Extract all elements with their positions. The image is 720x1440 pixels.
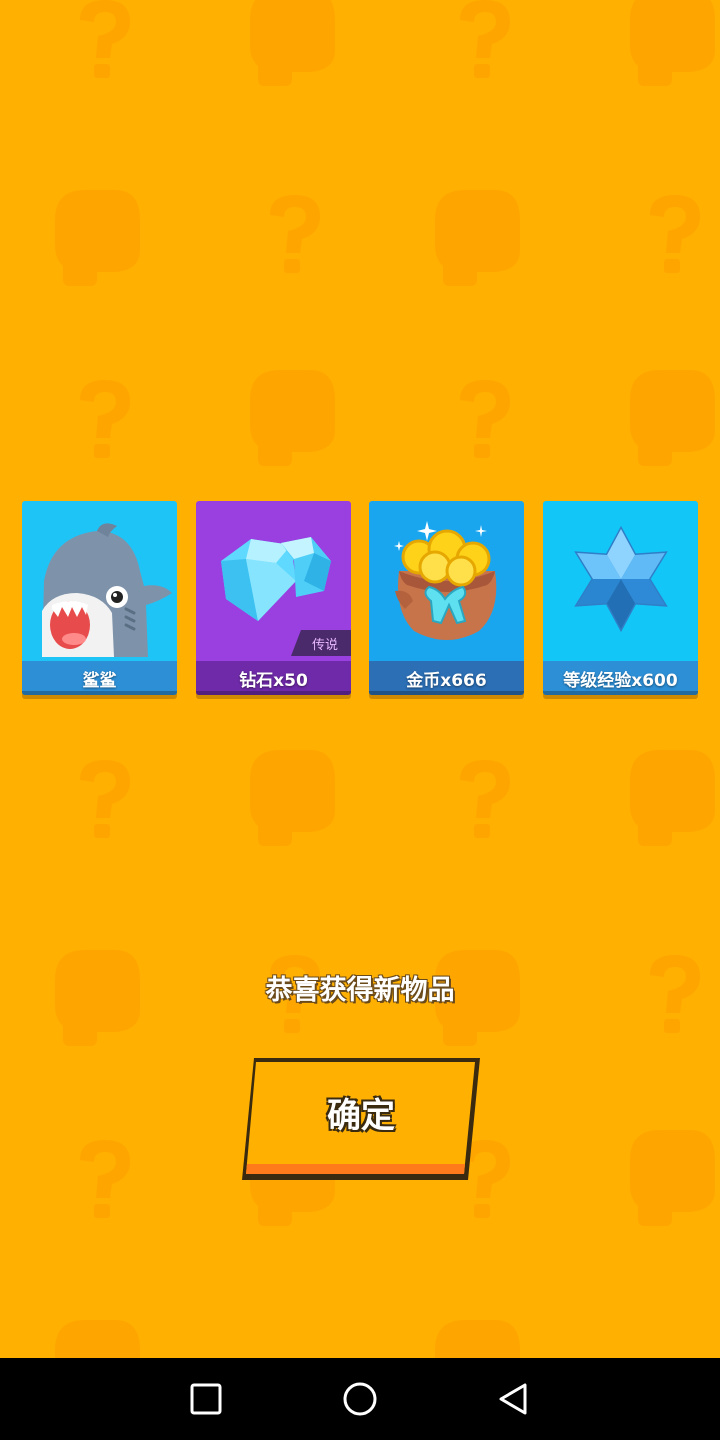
gold-coin-bag-icon <box>394 521 497 640</box>
recent-apps-icon <box>190 1383 222 1415</box>
reward-card-gold[interactable]: 金币x666 <box>369 501 524 695</box>
exp-star-icon <box>574 525 668 633</box>
rarity-tag: 传说 <box>291 630 351 656</box>
shark-icon <box>42 523 172 657</box>
confirm-area: 确定 <box>240 1056 482 1182</box>
reward-label: 金币x666 <box>369 661 524 695</box>
congrats-message: 恭喜获得新物品 <box>265 975 455 1006</box>
card-shadow <box>22 691 177 695</box>
reward-card-diamond[interactable]: 传说 钻石x50 <box>196 501 351 695</box>
back-button[interactable] <box>492 1378 534 1420</box>
home-icon <box>343 1382 377 1416</box>
back-icon <box>499 1383 527 1415</box>
system-nav-bar <box>0 1358 720 1440</box>
card-shadow <box>369 691 524 695</box>
reward-label: 等级经验x600 <box>543 661 698 695</box>
confirm-label: 确定 <box>327 1097 395 1135</box>
confirm-button[interactable]: 确定 <box>240 1056 482 1182</box>
reward-card-shark[interactable]: 鲨鲨 <box>22 501 177 695</box>
reward-label: 钻石x50 <box>196 661 351 695</box>
card-shadow <box>196 691 351 695</box>
reward-label: 鲨鲨 <box>22 661 177 695</box>
home-button[interactable] <box>339 1378 381 1420</box>
card-shadow <box>543 691 698 695</box>
reward-cards: 鲨鲨 传说 钻石x50 金币x666 等级经验x600 <box>22 501 698 695</box>
reward-card-exp[interactable]: 等级经验x600 <box>543 501 698 695</box>
recent-apps-button[interactable] <box>185 1378 227 1420</box>
